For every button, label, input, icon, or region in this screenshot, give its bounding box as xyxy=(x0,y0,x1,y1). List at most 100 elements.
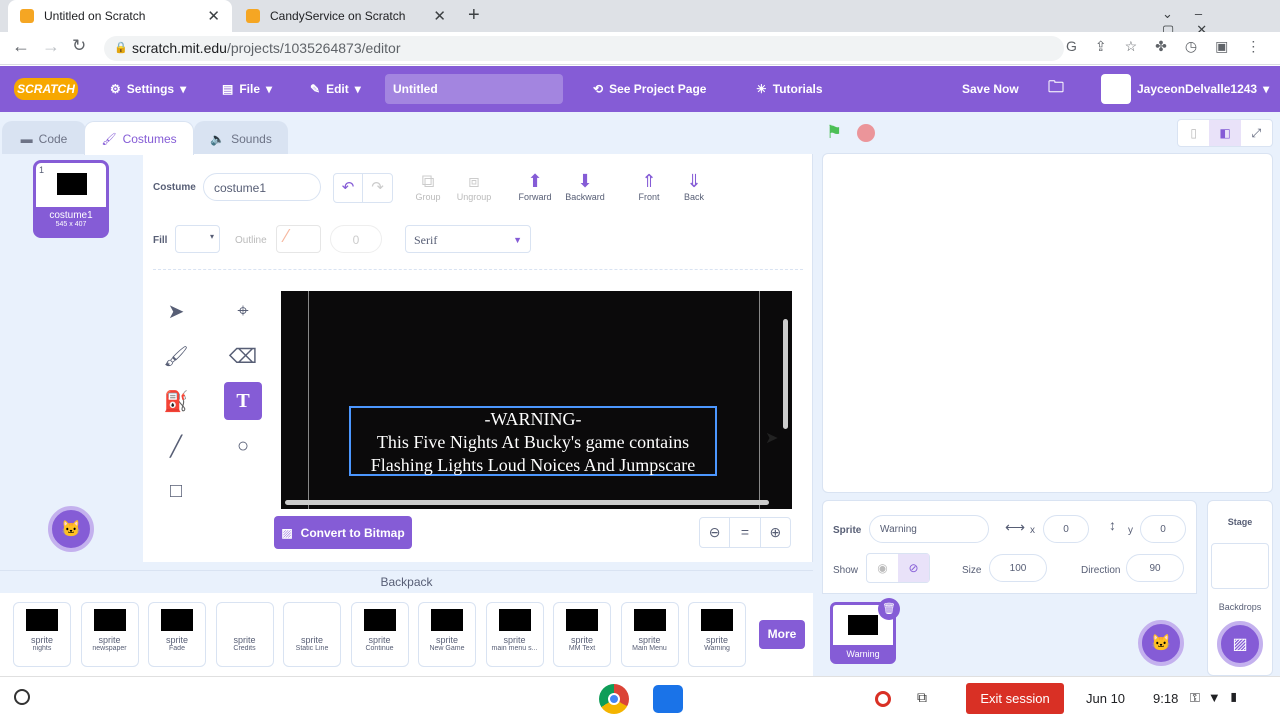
project-title-input[interactable]: Untitled xyxy=(385,74,563,104)
font-dropdown[interactable]: Serif ▼ xyxy=(405,225,531,253)
settings-menu[interactable]: ⚙ Settings ▾ xyxy=(110,66,186,112)
tab-sounds[interactable]: 🔈 Sounds xyxy=(194,121,288,155)
reload-icon[interactable]: ↻ xyxy=(72,36,86,56)
size-input[interactable]: 100 xyxy=(989,554,1047,582)
costume-tile[interactable]: 1 costume1 545 x 407 xyxy=(33,160,109,238)
choose-sprite-button[interactable]: 🐱 xyxy=(1138,620,1184,666)
url-field[interactable]: 🔒 scratch.mit.edu/projects/1035264873/edi… xyxy=(104,36,1064,61)
line-tool-icon[interactable]: ╱ xyxy=(157,427,195,465)
see-project-page-button[interactable]: ⟲ See Project Page xyxy=(593,66,706,112)
save-now-button[interactable]: Save Now xyxy=(962,66,1019,112)
horizontal-scrollbar[interactable] xyxy=(285,500,769,505)
normal-stage-icon[interactable]: ◧ xyxy=(1209,120,1241,146)
tab-code[interactable]: ▬ Code xyxy=(2,121,86,155)
zoom-in-icon[interactable]: ⊕ xyxy=(761,518,790,547)
select-tool-arrow-icon[interactable]: ➤ xyxy=(157,292,195,330)
stop-icon[interactable] xyxy=(857,124,875,142)
outline-width-input[interactable]: 0 xyxy=(330,225,382,253)
time-label[interactable]: 9:18 xyxy=(1153,691,1178,706)
backpack-title[interactable]: Backpack xyxy=(0,571,813,593)
choose-costume-button[interactable]: 🐱 xyxy=(48,506,94,552)
backpack-item[interactable]: sprite Main Menu xyxy=(620,602,679,667)
vertical-scrollbar[interactable] xyxy=(783,319,788,429)
zoom-reset-icon[interactable]: = xyxy=(729,518,761,547)
green-flag-icon[interactable]: ⚑ xyxy=(826,122,842,143)
backpack-item[interactable]: sprite Static Line xyxy=(283,602,341,667)
forward-arrow-icon[interactable]: → xyxy=(42,36,60,57)
front-button[interactable]: ⇑ Front xyxy=(629,170,669,202)
eye-icon[interactable]: ◉ xyxy=(867,554,898,582)
stage-canvas[interactable] xyxy=(822,153,1273,493)
backpack-item[interactable]: sprite MM Text xyxy=(553,602,611,667)
backpack-item[interactable]: sprite Warning xyxy=(688,602,746,667)
fill-bucket-tool-icon[interactable]: ⛽ xyxy=(157,382,195,420)
backpack-item[interactable]: sprite nights xyxy=(13,602,71,667)
system-tray-icons[interactable]: ⚿▼▮ xyxy=(1190,690,1247,706)
back-arrow-icon[interactable]: ← xyxy=(12,36,30,57)
zoom-out-icon[interactable]: ⊖ xyxy=(700,518,729,547)
files-icon[interactable] xyxy=(653,685,683,713)
backward-button[interactable]: ⬇ Backward xyxy=(563,170,607,202)
edit-menu[interactable]: ✎ Edit ▾ xyxy=(310,66,361,112)
fullscreen-icon[interactable]: ⤢ xyxy=(1241,120,1272,146)
choose-backdrop-button[interactable]: ▨ xyxy=(1217,621,1263,667)
scratch-logo[interactable]: SCRATCH xyxy=(14,78,78,100)
forward-button[interactable]: ⬆ Forward xyxy=(515,170,555,202)
launcher-icon[interactable] xyxy=(14,689,30,705)
group-button[interactable]: ⧉ Group xyxy=(408,170,448,202)
eraser-tool-icon[interactable]: ⌫ xyxy=(224,337,262,375)
circle-tool-icon[interactable]: ○ xyxy=(224,427,262,465)
x-input[interactable]: 0 xyxy=(1043,515,1089,543)
screen-record-icon[interactable] xyxy=(875,691,891,707)
new-tab-icon[interactable]: + xyxy=(468,4,480,27)
clipboard-icon[interactable]: ⧉ xyxy=(917,689,927,706)
backpack-item[interactable]: sprite newspaper xyxy=(80,602,139,667)
backpack-item[interactable]: sprite main menu s... xyxy=(485,602,544,667)
trash-icon[interactable]: 🗑 xyxy=(878,598,900,620)
rectangle-tool-icon[interactable]: □ xyxy=(157,472,195,510)
browser-tab-untitled[interactable]: Untitled on Scratch ✕ xyxy=(8,0,232,32)
reshape-tool-icon[interactable]: ⌖ xyxy=(224,292,262,330)
costume-name-input[interactable]: costume1 xyxy=(203,173,321,201)
close-tab-icon[interactable]: ✕ xyxy=(433,7,446,25)
selected-text-object[interactable]: -WARNING- This Five Nights At Bucky's ga… xyxy=(349,406,717,476)
file-menu[interactable]: ▤ File ▾ xyxy=(222,66,272,112)
backpack-item[interactable]: sprite Credits xyxy=(215,602,274,667)
convert-to-bitmap-button[interactable]: ▨ Convert to Bitmap xyxy=(274,516,412,549)
ungroup-button[interactable]: ⧈ Ungroup xyxy=(454,170,494,202)
sprite-name-input[interactable]: Warning xyxy=(869,515,989,543)
outline-color-picker[interactable]: ⁄ xyxy=(276,225,321,253)
account-menu[interactable]: JayceonDelvalle1243 ▾ xyxy=(1101,66,1269,112)
backpack-item-type: sprite xyxy=(705,635,728,645)
paint-canvas[interactable]: -WARNING- This Five Nights At Bucky's ga… xyxy=(281,291,792,509)
y-input[interactable]: 0 xyxy=(1140,515,1186,543)
backpack-item[interactable]: sprite Fade xyxy=(148,602,206,667)
backpack-more-button[interactable]: More xyxy=(759,620,805,649)
backpack-item-type: sprite xyxy=(638,635,661,645)
image-icon: ▨ xyxy=(281,525,293,540)
forward-label: Forward xyxy=(518,192,552,202)
backpack-item[interactable]: sprite New Game xyxy=(418,602,476,667)
browser-toolbar-icons[interactable]: G⇪☆✤◷▣⋮ xyxy=(1066,38,1278,55)
text-tool-icon[interactable]: T xyxy=(224,382,262,420)
undo-icon[interactable]: ↶ xyxy=(334,174,364,202)
redo-icon[interactable]: ↷ xyxy=(363,174,392,202)
fill-color-picker[interactable]: ▾ xyxy=(175,225,220,253)
small-stage-icon[interactable]: ▯ xyxy=(1178,120,1209,146)
direction-input[interactable]: 90 xyxy=(1126,554,1184,582)
brush-tool-icon[interactable]: 🖌 xyxy=(157,337,195,375)
stage-selector[interactable]: Stage Backdrops ▨ xyxy=(1207,500,1273,676)
back-button[interactable]: ⇓ Back xyxy=(674,170,714,202)
tutorials-button[interactable]: ☀ Tutorials xyxy=(756,66,823,112)
close-tab-icon[interactable]: ✕ xyxy=(207,7,220,25)
tab-costumes[interactable]: 🖌 Costumes xyxy=(84,121,194,155)
date-label[interactable]: Jun 10 xyxy=(1086,691,1125,706)
browser-tab-candyservice[interactable]: CandyService on Scratch ✕ xyxy=(234,0,458,32)
chrome-icon[interactable] xyxy=(599,684,629,714)
backpack-item[interactable]: sprite Continue xyxy=(350,602,409,667)
my-stuff-folder-icon[interactable]: 🗀 xyxy=(1048,66,1064,112)
tab-title: CandyService on Scratch xyxy=(270,9,406,23)
caret-down-icon: ▾ xyxy=(209,232,214,241)
eye-hidden-icon[interactable]: ⊘ xyxy=(898,554,929,582)
exit-session-button[interactable]: Exit session xyxy=(966,683,1064,714)
